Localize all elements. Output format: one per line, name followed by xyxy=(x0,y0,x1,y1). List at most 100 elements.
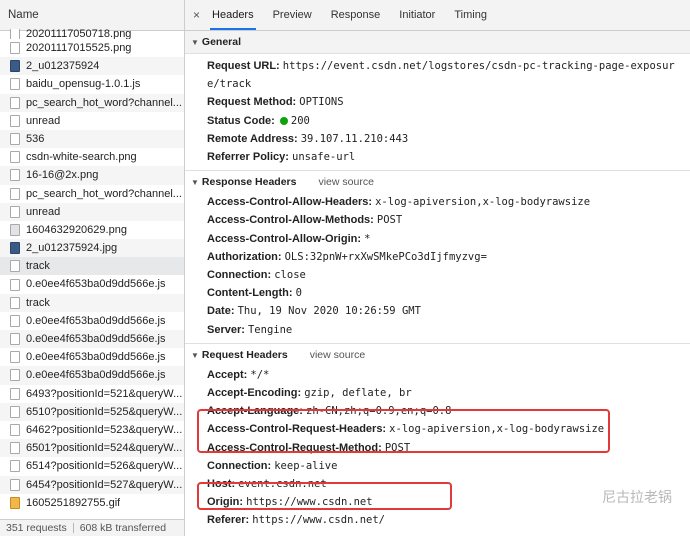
name-column-header[interactable]: Name xyxy=(0,0,184,31)
request-row[interactable]: csdn-white-search.png xyxy=(0,148,184,166)
request-row[interactable]: 6510?positionId=525&queryW... xyxy=(0,402,184,421)
file-icon xyxy=(10,314,20,327)
file-icon xyxy=(10,42,20,55)
request-name: baidu_opensug-1.0.1.js xyxy=(26,78,141,91)
header-key: Connection: xyxy=(207,459,272,472)
header-key: Accept-Encoding: xyxy=(207,387,302,400)
response-headers-section-header[interactable]: ▼ Response Headers view source xyxy=(185,170,690,194)
request-row[interactable]: 6514?positionId=526&queryW... xyxy=(0,457,184,475)
header-row: Access-Control-Allow-Headers: x-log-apiv… xyxy=(185,193,690,211)
header-value: */* xyxy=(250,368,270,381)
request-row[interactable]: unread xyxy=(0,202,184,221)
status-ok-dot-icon xyxy=(279,116,288,125)
image-file-icon xyxy=(10,223,20,236)
request-row[interactable]: 0.e0ee4f653ba0d9dd566e.js xyxy=(0,330,184,349)
general-section-header[interactable]: ▼ General xyxy=(185,31,690,54)
request-row[interactable]: track xyxy=(0,293,184,312)
header-key: Referer: xyxy=(207,514,250,527)
tab-response[interactable]: Response xyxy=(331,0,381,30)
header-key: Accept: xyxy=(207,368,248,381)
request-name: 0.e0ee4f653ba0d9dd566e.js xyxy=(26,369,166,382)
request-name: 6501?positionId=524&queryW... xyxy=(26,442,183,455)
header-value: keep-alive xyxy=(274,459,338,472)
header-value: x-log-apiversion,x-log-bodyrawsize xyxy=(375,196,591,209)
remote-address-row: Remote Address: 39.107.11.210:443 xyxy=(185,130,690,148)
header-key: Date: xyxy=(207,305,235,318)
header-key: Access-Control-Allow-Methods: xyxy=(207,214,374,227)
request-name: pc_search_hot_word?channel... xyxy=(26,96,182,109)
request-list-panel: Name 20201117050718.png 20201117015525.pn… xyxy=(0,0,185,536)
triangle-down-icon: ▼ xyxy=(191,178,199,188)
request-row[interactable]: 2_u012375924.jpg xyxy=(0,239,184,258)
details-tabbar: × Headers Preview Response Initiator Tim… xyxy=(185,0,690,31)
triangle-down-icon: ▼ xyxy=(191,350,199,360)
request-row[interactable]: unread xyxy=(0,112,184,130)
general-title: General xyxy=(201,36,242,48)
request-url-key: Request URL: xyxy=(207,60,280,72)
request-row[interactable]: track xyxy=(0,257,184,276)
request-row[interactable]: 20201117015525.png xyxy=(0,39,184,57)
header-row: Connection: close xyxy=(185,266,690,284)
request-headers-section-header[interactable]: ▼ Request Headers view source xyxy=(185,342,690,366)
file-icon xyxy=(10,333,20,346)
request-name: 6514?positionId=526&queryW... xyxy=(26,460,183,473)
request-view-source-link[interactable]: view source xyxy=(310,349,365,361)
request-name: csdn-white-search.png xyxy=(26,151,137,164)
request-row[interactable]: 1605251892755.gif xyxy=(0,494,184,512)
request-row[interactable]: 1604632920629.png xyxy=(0,221,184,239)
file-icon xyxy=(10,133,20,146)
request-row[interactable]: 0.e0ee4f653ba0d9dd566e.js xyxy=(0,275,184,293)
request-row[interactable]: 6501?positionId=524&queryW... xyxy=(0,439,184,458)
tab-preview[interactable]: Preview xyxy=(273,0,312,30)
header-value: POST xyxy=(376,214,403,227)
tab-headers[interactable]: Headers xyxy=(210,0,256,30)
request-name: 20201117015525.png xyxy=(26,42,132,54)
request-name: 0.e0ee4f653ba0d9dd566e.js xyxy=(26,351,166,364)
file-icon xyxy=(10,478,20,491)
request-row[interactable]: 6462?positionId=523&queryW... xyxy=(0,421,184,439)
request-row[interactable]: 0.e0ee4f653ba0d9dd566e.js xyxy=(0,348,184,366)
file-icon xyxy=(10,169,20,182)
response-view-source-link[interactable]: view source xyxy=(318,176,373,188)
header-value: Tengine xyxy=(247,323,293,336)
request-row[interactable]: 536 xyxy=(0,129,184,149)
remote-address-key: Remote Address: xyxy=(207,132,298,145)
request-name: 0.e0ee4f653ba0d9dd566e.js xyxy=(26,278,166,291)
header-value: * xyxy=(364,232,371,245)
header-row: Access-Control-Allow-Methods: POST xyxy=(185,211,690,229)
tab-initiator[interactable]: Initiator xyxy=(399,0,435,30)
referrer-policy-key: Referrer Policy: xyxy=(207,151,289,164)
request-row[interactable]: pc_search_hot_word?channel... xyxy=(0,93,184,112)
request-row[interactable]: 0.e0ee4f653ba0d9dd566e.js xyxy=(0,366,184,385)
file-icon xyxy=(10,29,20,39)
header-value: https://www.csdn.net/ xyxy=(252,514,386,527)
referrer-policy-row: Referrer Policy: unsafe-url xyxy=(185,148,690,166)
request-name: 1604632920629.png xyxy=(26,223,127,236)
request-row[interactable]: 0.e0ee4f653ba0d9dd566e.js xyxy=(0,312,184,330)
file-icon xyxy=(10,460,20,473)
request-row[interactable]: 6454?positionId=527&queryW... xyxy=(0,475,184,494)
status-code-row: Status Code: 200 xyxy=(185,112,690,130)
request-name: unread xyxy=(26,114,61,127)
file-icon xyxy=(10,96,20,109)
request-name: 1605251892755.gif xyxy=(26,496,121,509)
request-row[interactable]: 2_u012375924 xyxy=(0,57,184,76)
request-row[interactable]: pc_search_hot_word?channel... xyxy=(0,185,184,203)
file-icon xyxy=(10,205,20,218)
file-icon xyxy=(10,78,20,91)
file-icon xyxy=(10,369,20,382)
request-row[interactable]: 16-16@2x.png xyxy=(0,166,184,185)
request-name: 6454?positionId=527&queryW... xyxy=(26,478,183,491)
request-name: 2_u012375924.jpg xyxy=(26,242,118,255)
request-row[interactable]: 6493?positionId=521&queryW... xyxy=(0,385,184,403)
request-name: 0.e0ee4f653ba0d9dd566e.js xyxy=(26,314,166,327)
request-row[interactable]: 20201117050718.png xyxy=(0,29,184,39)
file-icon xyxy=(10,351,20,364)
header-row: Content-Length: 0 xyxy=(185,284,690,302)
highlight-origin xyxy=(197,482,452,510)
close-icon[interactable]: × xyxy=(193,8,200,22)
status-separator xyxy=(72,523,74,534)
request-row[interactable]: baidu_opensug-1.0.1.js xyxy=(0,75,184,93)
tab-timing[interactable]: Timing xyxy=(454,0,487,30)
request-name: track xyxy=(26,296,50,309)
